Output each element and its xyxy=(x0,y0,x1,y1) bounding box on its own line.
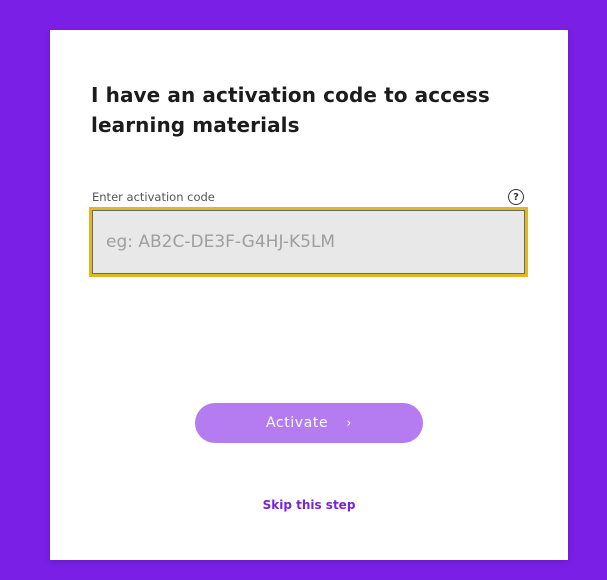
activation-title: I have an activation code to access lear… xyxy=(91,83,490,137)
activate-button-label: Activate xyxy=(266,415,329,431)
activation-code-label: Enter activation code xyxy=(92,190,215,204)
activate-button[interactable]: Activate › xyxy=(195,403,423,443)
activation-code-input[interactable] xyxy=(92,210,525,274)
skip-step-link[interactable]: Skip this step xyxy=(50,498,568,512)
activation-card: I have an activation code to access lear… xyxy=(50,30,568,560)
chevron-right-icon: › xyxy=(346,415,352,431)
question-circle-icon[interactable]: ? xyxy=(508,189,524,205)
activation-code-field xyxy=(89,207,528,277)
